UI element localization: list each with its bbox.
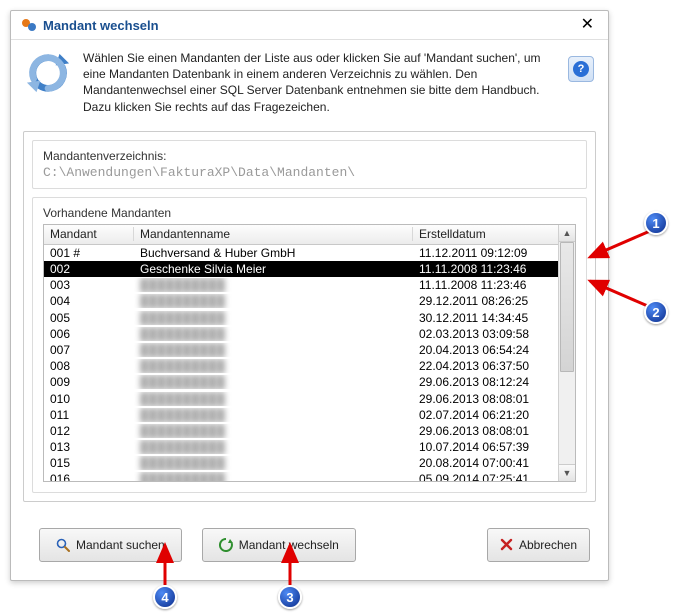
dialog-buttons: Mandant suchen Mandant wechseln Abbreche… [11,514,608,580]
cell-mandant: 007 [44,343,134,357]
table-row[interactable]: 016██████████05.09.2014 07:25:41 [44,471,558,480]
cell-date: 30.12.2011 14:34:45 [413,311,558,325]
cell-mandant: 011 [44,408,134,422]
cell-date: 29.06.2013 08:08:01 [413,392,558,406]
directory-label: Mandantenverzeichnis: [43,149,576,163]
grid-header: Mandant Mandantenname Erstelldatum [44,225,558,245]
search-icon [56,538,70,552]
table-row[interactable]: 007██████████20.04.2013 06:54:24 [44,342,558,358]
column-header-date[interactable]: Erstelldatum [413,227,558,241]
cell-date: 10.07.2014 06:57:39 [413,440,558,454]
button-label: Abbrechen [519,538,577,552]
cell-name: ██████████ [134,472,413,480]
annotation-badge-1: 1 [644,211,668,235]
list-title: Vorhandene Mandanten [43,206,576,220]
cell-date: 11.12.2011 09:12:09 [413,246,558,260]
abbrechen-button[interactable]: Abbrechen [487,528,590,562]
cell-date: 02.07.2014 06:21:20 [413,408,558,422]
cell-name: ██████████ [134,294,413,308]
cell-mandant: 009 [44,375,134,389]
question-icon: ? [573,61,589,77]
table-row[interactable]: 006██████████02.03.2013 03:09:58 [44,326,558,342]
mandant-directory-section: Mandantenverzeichnis: C:\Anwendungen\Fak… [32,140,587,189]
annotation-badge-2: 2 [644,300,668,324]
cell-name: ██████████ [134,440,413,454]
cell-date: 29.06.2013 08:08:01 [413,424,558,438]
cell-date: 11.11.2008 11:23:46 [413,262,558,276]
table-row[interactable]: 012██████████29.06.2013 08:08:01 [44,423,558,439]
annotation-badge-3: 3 [278,585,302,609]
dialog-title: Mandant wechseln [43,18,577,33]
column-header-mandant[interactable]: Mandant [44,227,134,241]
switch-icon [219,538,233,552]
cell-name: ██████████ [134,311,413,325]
cell-date: 20.04.2013 06:54:24 [413,343,558,357]
table-row[interactable]: 015██████████20.08.2014 07:00:41 [44,455,558,471]
cell-date: 29.12.2011 08:26:25 [413,294,558,308]
cell-mandant: 015 [44,456,134,470]
table-row[interactable]: 008██████████22.04.2013 06:37:50 [44,358,558,374]
cell-name: ██████████ [134,278,413,292]
table-row[interactable]: 013██████████10.07.2014 06:57:39 [44,439,558,455]
cell-name: ██████████ [134,456,413,470]
cell-name: ██████████ [134,392,413,406]
table-row[interactable]: 002Geschenke Silvia Meier11.11.2008 11:2… [44,261,558,277]
annotation-badge-4: 4 [153,585,177,609]
directory-path: C:\Anwendungen\FakturaXP\Data\Mandanten\ [43,165,576,180]
cell-mandant: 008 [44,359,134,373]
cell-name: ██████████ [134,343,413,357]
cell-name: ██████████ [134,408,413,422]
cell-mandant: 010 [44,392,134,406]
mandant-suchen-button[interactable]: Mandant suchen [39,528,182,562]
cell-name: ██████████ [134,359,413,373]
refresh-icon [25,50,71,96]
close-icon[interactable]: ✕ [577,17,598,33]
column-header-name[interactable]: Mandantenname [134,227,413,241]
scroll-thumb[interactable] [560,242,574,372]
table-row[interactable]: 005██████████30.12.2011 14:34:45 [44,310,558,326]
titlebar: Mandant wechseln ✕ [11,11,608,40]
cell-mandant: 005 [44,311,134,325]
cell-name: ██████████ [134,424,413,438]
cell-date: 05.09.2014 07:25:41 [413,472,558,480]
table-row[interactable]: 004██████████29.12.2011 08:26:25 [44,293,558,309]
table-row[interactable]: 010██████████29.06.2013 08:08:01 [44,390,558,406]
vertical-scrollbar[interactable]: ▲ ▼ [558,225,575,481]
cell-mandant: 013 [44,440,134,454]
table-row[interactable]: 001 #Buchversand & Huber GmbH11.12.2011 … [44,245,558,261]
scroll-down-icon[interactable]: ▼ [559,464,575,481]
cell-mandant: 016 [44,472,134,480]
mandant-wechseln-dialog: Mandant wechseln ✕ Wählen Sie einen Mand… [10,10,609,581]
mandant-list-section: Vorhandene Mandanten Mandant Mandantenna… [32,197,587,493]
dialog-body: Mandantenverzeichnis: C:\Anwendungen\Fak… [23,131,596,502]
cancel-icon [500,538,513,551]
button-label: Mandant suchen [76,538,165,552]
help-button[interactable]: ? [568,56,594,82]
cell-name: ██████████ [134,375,413,389]
cell-mandant: 004 [44,294,134,308]
mandant-wechseln-button[interactable]: Mandant wechseln [202,528,356,562]
cell-mandant: 006 [44,327,134,341]
cell-mandant: 012 [44,424,134,438]
cell-date: 29.06.2013 08:12:24 [413,375,558,389]
scroll-up-icon[interactable]: ▲ [559,225,575,242]
cell-name: ██████████ [134,327,413,341]
table-row[interactable]: 011██████████02.07.2014 06:21:20 [44,407,558,423]
cell-name: Geschenke Silvia Meier [134,262,413,276]
mandant-grid: Mandant Mandantenname Erstelldatum 001 #… [43,224,576,482]
cell-name: Buchversand & Huber GmbH [134,246,413,260]
cell-mandant: 003 [44,278,134,292]
instruction-text: Wählen Sie einen Mandanten der Liste aus… [83,50,556,115]
cell-date: 02.03.2013 03:09:58 [413,327,558,341]
cell-date: 22.04.2013 06:37:50 [413,359,558,373]
table-row[interactable]: 003██████████11.11.2008 11:23:46 [44,277,558,293]
cell-date: 11.11.2008 11:23:46 [413,278,558,292]
cell-mandant: 001 # [44,246,134,260]
app-icon [21,17,37,33]
dialog-header: Wählen Sie einen Mandanten der Liste aus… [11,40,608,125]
cell-mandant: 002 [44,262,134,276]
button-label: Mandant wechseln [239,538,339,552]
table-row[interactable]: 009██████████29.06.2013 08:12:24 [44,374,558,390]
cell-date: 20.08.2014 07:00:41 [413,456,558,470]
